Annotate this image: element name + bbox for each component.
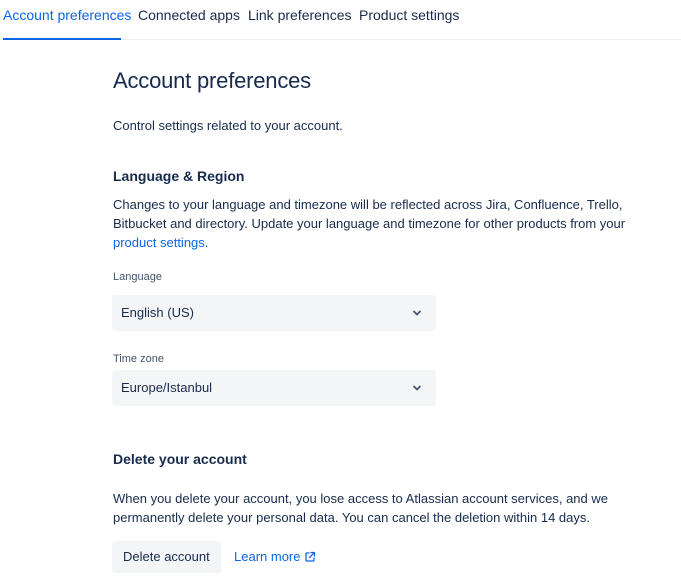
tab-link-preferences[interactable]: Link preferences <box>248 0 352 39</box>
tab-product-settings[interactable]: Product settings <box>359 0 459 39</box>
chevron-down-icon <box>413 310 421 316</box>
learn-more-link[interactable]: Learn more <box>234 541 316 573</box>
chevron-down-icon <box>413 385 421 391</box>
product-settings-link[interactable]: product settings <box>113 235 205 250</box>
external-link-icon <box>305 551 316 562</box>
account-preferences-page: Account preferences Connected apps Link … <box>0 0 681 583</box>
language-region-description-text: Changes to your language and timezone wi… <box>113 197 626 231</box>
tab-connected-apps[interactable]: Connected apps <box>138 0 240 39</box>
timezone-select[interactable]: Europe/Istanbul <box>112 370 436 406</box>
delete-account-description: When you delete your account, you lose a… <box>113 491 608 525</box>
language-region-heading: Language & Region <box>113 168 245 184</box>
language-select[interactable]: English (US) <box>112 295 436 331</box>
delete-account-button[interactable]: Delete account <box>112 541 221 573</box>
description-period: . <box>204 235 209 250</box>
timezone-label: Time zone <box>113 353 164 365</box>
tab-bar: Account preferences Connected apps Link … <box>0 0 681 40</box>
timezone-select-value: Europe/Istanbul <box>121 380 213 395</box>
learn-more-label: Learn more <box>234 549 301 564</box>
page-intro: Control settings related to your account… <box>113 118 343 133</box>
language-label: Language <box>113 271 162 283</box>
language-select-value: English (US) <box>121 305 194 320</box>
language-region-description: Changes to your language and timezone wi… <box>113 195 633 252</box>
tab-account-preferences[interactable]: Account preferences <box>3 0 131 40</box>
delete-account-heading: Delete your account <box>113 451 247 467</box>
page-title: Account preferences <box>113 68 311 93</box>
